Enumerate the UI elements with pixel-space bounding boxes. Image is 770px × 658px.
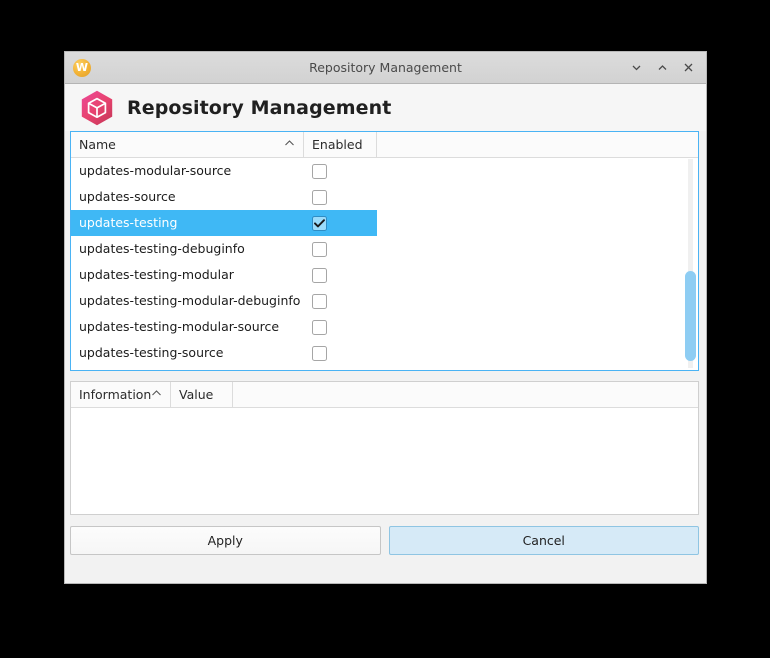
table-row[interactable]: updates-testing-modular-source: [71, 314, 698, 340]
window-titlebar[interactable]: W Repository Management: [65, 52, 706, 84]
enabled-checkbox[interactable]: [312, 267, 327, 283]
row-filler-cell: [377, 288, 698, 314]
dialog-header: Repository Management: [65, 84, 706, 131]
column-header-filler: [377, 132, 698, 157]
row-filler-cell: [377, 210, 698, 236]
repository-rows: updates-modular-source updates-source upda…: [71, 158, 698, 366]
table-row[interactable]: updates-source: [71, 184, 698, 210]
repository-enabled-cell: [304, 262, 377, 288]
repository-name-cell: updates-testing-source: [79, 345, 224, 360]
package-hexagon-icon: [81, 90, 113, 125]
screen-background: W Repository Management Repository Manag…: [0, 0, 770, 658]
cancel-button[interactable]: Cancel: [388, 526, 699, 555]
window-title: Repository Management: [309, 60, 462, 75]
repository-enabled-cell: [304, 314, 377, 340]
enabled-checkbox[interactable]: [312, 345, 327, 361]
w-logo-icon: W: [73, 58, 91, 77]
chevron-up-icon: [658, 65, 666, 70]
repository-list-scrollbar[interactable]: [685, 159, 696, 368]
row-filler-cell: [377, 340, 698, 366]
row-filler-cell: [377, 184, 698, 210]
repository-enabled-cell: [304, 210, 377, 236]
column-header-value[interactable]: Value: [171, 382, 233, 407]
column-header-enabled-label: Enabled: [312, 137, 363, 152]
scrollbar-thumb[interactable]: [685, 271, 696, 361]
apply-button[interactable]: Apply: [70, 526, 381, 555]
column-header-name[interactable]: Name: [71, 132, 304, 157]
enabled-checkbox[interactable]: [312, 241, 327, 257]
maximize-button[interactable]: [650, 56, 674, 80]
row-filler-cell: [377, 158, 698, 184]
column-header-value-label: Value: [179, 387, 214, 402]
column-header-information[interactable]: Information: [71, 382, 171, 407]
enabled-checkbox[interactable]: [312, 215, 327, 231]
repository-name-cell: updates-source: [79, 189, 176, 204]
enabled-checkbox[interactable]: [312, 189, 327, 205]
information-panel: Information Value: [70, 381, 699, 515]
column-header-name-label: Name: [79, 137, 116, 152]
table-row[interactable]: updates-testing-debuginfo: [71, 236, 698, 262]
repository-name-cell: updates-testing-modular: [79, 267, 234, 282]
table-row[interactable]: updates-testing-modular-debuginfo: [71, 288, 698, 314]
table-row[interactable]: updates-testing: [71, 210, 698, 236]
repository-list-panel: Name Enabled updates-modular-source updat…: [70, 131, 699, 371]
column-header-information-label: Information: [79, 387, 152, 402]
table-row[interactable]: updates-testing-modular: [71, 262, 698, 288]
enabled-checkbox[interactable]: [312, 319, 327, 335]
row-filler-cell: [377, 314, 698, 340]
repository-enabled-cell: [304, 184, 377, 210]
dialog-button-row: Apply Cancel: [70, 526, 699, 555]
repository-enabled-cell: [304, 236, 377, 262]
repository-name-cell: updates-testing-debuginfo: [79, 241, 245, 256]
repository-name-cell: updates-testing: [71, 210, 304, 236]
dialog-body: Name Enabled updates-modular-source updat…: [65, 131, 706, 583]
row-filler-cell: [377, 262, 698, 288]
table-row[interactable]: updates-modular-source: [71, 158, 698, 184]
table-row[interactable]: updates-testing-source: [71, 340, 698, 366]
caret-up-icon: [284, 139, 295, 150]
repository-enabled-cell: [304, 288, 377, 314]
column-header-enabled[interactable]: Enabled: [304, 132, 377, 157]
caret-up-icon: [151, 389, 162, 400]
page-title: Repository Management: [127, 96, 392, 119]
checkmark-icon: [314, 218, 325, 227]
close-button[interactable]: [676, 56, 700, 80]
information-table-header: Information Value: [71, 382, 698, 408]
enabled-checkbox[interactable]: [312, 163, 327, 179]
window-controls: [624, 56, 700, 80]
repository-management-window: W Repository Management Repository Manag…: [65, 52, 706, 583]
row-filler-cell: [377, 236, 698, 262]
repository-name-cell: updates-testing-modular-source: [79, 319, 280, 334]
repository-name-cell: updates-modular-source: [79, 163, 232, 178]
enabled-checkbox[interactable]: [312, 293, 327, 309]
chevron-down-icon: [632, 65, 640, 71]
repository-table-header: Name Enabled: [71, 132, 698, 158]
minimize-button[interactable]: [624, 56, 648, 80]
repository-name-cell: updates-testing-modular-debuginfo: [79, 293, 301, 308]
column-header-filler: [233, 382, 698, 407]
close-icon: [684, 63, 692, 72]
repository-enabled-cell: [304, 340, 377, 366]
repository-enabled-cell: [304, 158, 377, 184]
